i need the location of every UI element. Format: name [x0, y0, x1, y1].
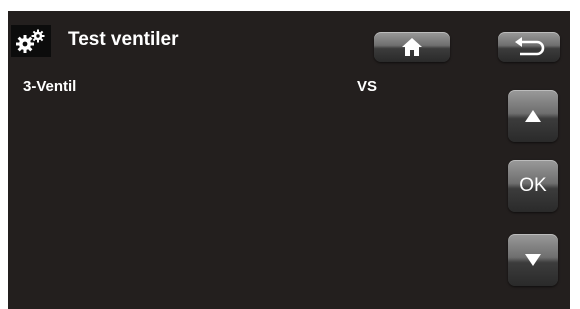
back-arrow-icon	[515, 37, 545, 56]
back-button[interactable]	[498, 32, 560, 62]
home-icon	[402, 38, 422, 56]
page-title: Test ventiler	[68, 29, 179, 50]
down-arrow-icon	[525, 254, 541, 266]
gears-icon	[11, 25, 51, 57]
scroll-up-button[interactable]	[508, 90, 558, 142]
controller-screen: Test ventiler 3-Ventil VS OK	[8, 11, 570, 309]
up-arrow-icon	[525, 110, 541, 122]
valve-value: VS	[357, 78, 378, 95]
ok-label: OK	[519, 175, 547, 196]
scroll-down-button[interactable]	[508, 234, 558, 286]
home-button[interactable]	[374, 32, 450, 62]
ok-button[interactable]: OK	[508, 160, 558, 212]
valve-label: 3-Ventil	[23, 78, 77, 95]
